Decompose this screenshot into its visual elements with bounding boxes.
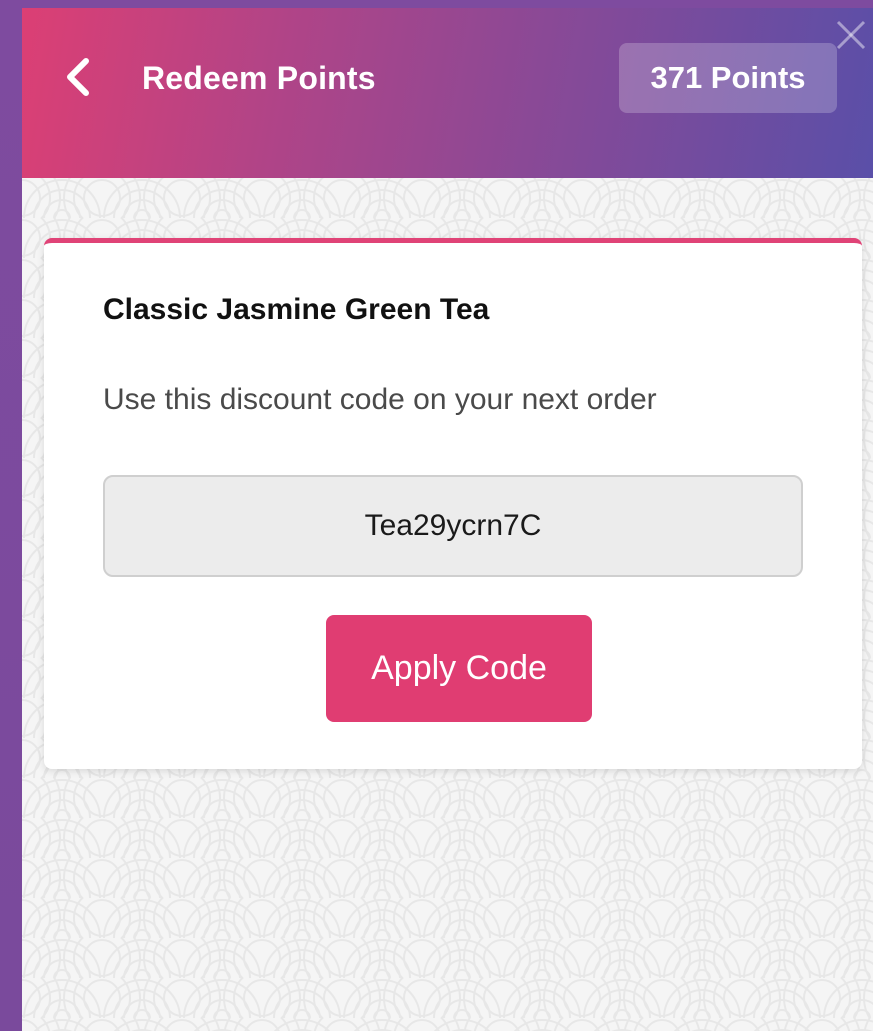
points-badge: 371 Points [619, 43, 837, 113]
discount-code-field[interactable]: Tea29ycrn7C [103, 475, 803, 577]
reward-title: Classic Jasmine Green Tea [103, 293, 490, 326]
close-icon[interactable] [826, 10, 866, 50]
page-title: Redeem Points [142, 60, 376, 96]
reward-description: Use this discount code on your next orde… [103, 383, 657, 416]
redeem-panel: Redeem Points 371 Points Classic Jasmine… [22, 8, 873, 1031]
apply-code-button[interactable]: Apply Code [326, 615, 592, 722]
back-button[interactable] [56, 53, 104, 101]
reward-card: Classic Jasmine Green Tea Use this disco… [44, 238, 862, 769]
chevron-left-icon [67, 58, 89, 96]
header-bar: Redeem Points 371 Points [22, 8, 873, 178]
